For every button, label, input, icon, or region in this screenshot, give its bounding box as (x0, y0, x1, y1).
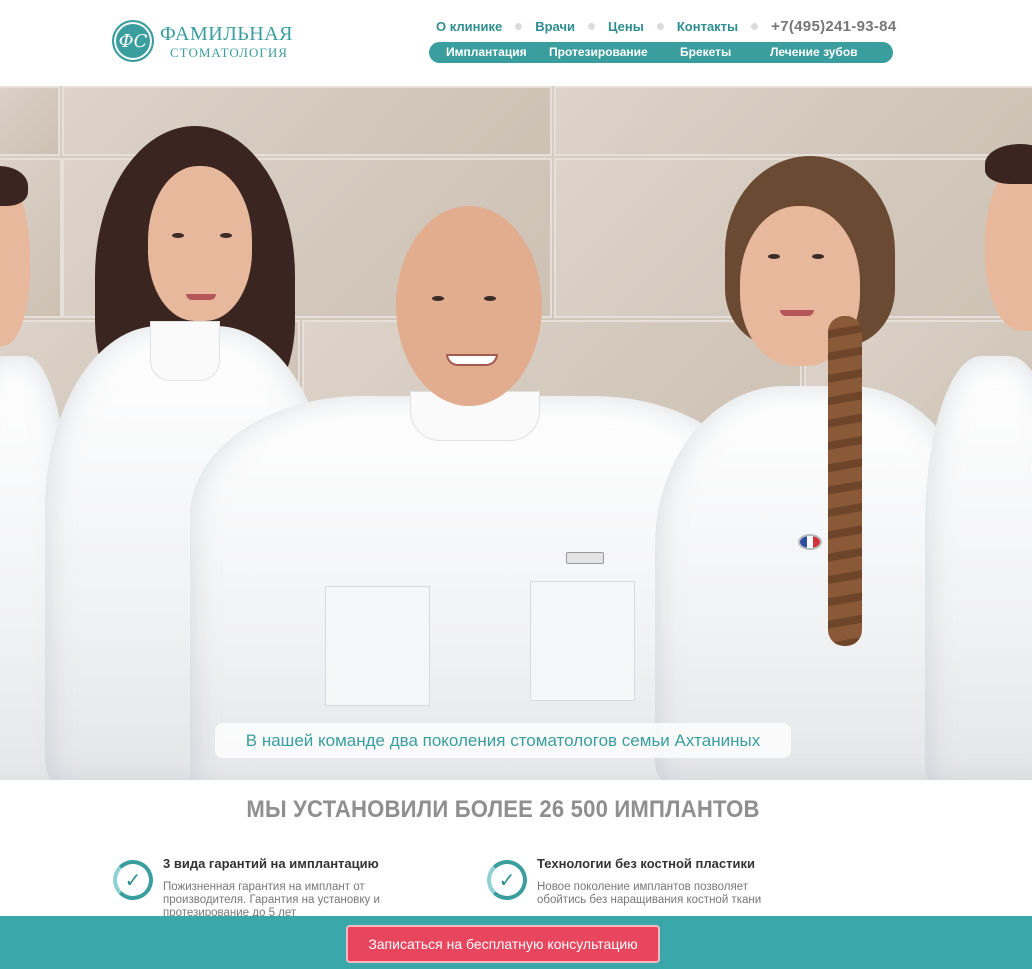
services-item-braces[interactable]: Брекеты (680, 45, 731, 59)
services-nav: Имплантация Протезирование Брекеты Лечен… (429, 42, 893, 63)
logo-monogram-icon: ФС (112, 20, 154, 62)
nav-separator-dot (656, 22, 664, 30)
nav-separator-dot (588, 22, 595, 30)
logo-name-line2: СТОМАТОЛОГИЯ (170, 44, 288, 60)
feature-title: 3 вида гарантий на имплантацию (163, 856, 379, 871)
logo-text: ФАМИЛЬНАЯ СТОМАТОЛОГИЯ (160, 24, 293, 59)
logo-name-line1: ФАМИЛЬНАЯ (160, 22, 293, 45)
check-circle-icon: ✓ (487, 860, 527, 900)
services-item-dental-treatment[interactable]: Лечение зубов (770, 45, 858, 59)
services-item-implantation[interactable]: Имплантация (446, 45, 527, 59)
nav-item-contacts[interactable]: Контакты (677, 19, 738, 34)
flag-pin-icon (798, 534, 822, 550)
nav-item-doctors[interactable]: Врачи (535, 19, 575, 34)
hero-team-photo (0, 86, 1032, 780)
nav-separator-dot (751, 22, 759, 30)
sticky-cta-bar: Записаться на бесплатную консультацию (0, 916, 1032, 969)
feature-text: Новое поколение имплантов позволяет обой… (537, 881, 762, 906)
feature-text: Пожизненная гарантия на имплант от произ… (163, 881, 380, 919)
page-headline: МЫ УСТАНОВИЛИ БОЛЕЕ 26 500 ИМПЛАНТОВ (246, 796, 760, 823)
phone-link[interactable]: +7(495)241-93-84 (771, 18, 896, 35)
site-logo[interactable]: ФС ФАМИЛЬНАЯ СТОМАТОЛОГИЯ (112, 20, 293, 62)
top-nav: О клинике Врачи Цены Контакты +7(495)241… (436, 17, 896, 35)
hero-caption: В нашей команде два поколения стоматолог… (215, 723, 791, 758)
hero-banner: В нашей команде два поколения стоматолог… (0, 86, 1032, 780)
services-item-prosthetics[interactable]: Протезирование (549, 45, 648, 59)
nav-separator-dot (515, 22, 523, 30)
feature-title: Технологии без костной пластики (537, 856, 755, 871)
free-consultation-button[interactable]: Записаться на бесплатную консультацию (346, 925, 660, 963)
check-circle-icon: ✓ (113, 860, 153, 900)
nav-item-about[interactable]: О клинике (436, 19, 502, 34)
nav-item-prices[interactable]: Цены (608, 19, 644, 34)
site-header: ФС ФАМИЛЬНАЯ СТОМАТОЛОГИЯ О клинике Врач… (0, 0, 1032, 86)
